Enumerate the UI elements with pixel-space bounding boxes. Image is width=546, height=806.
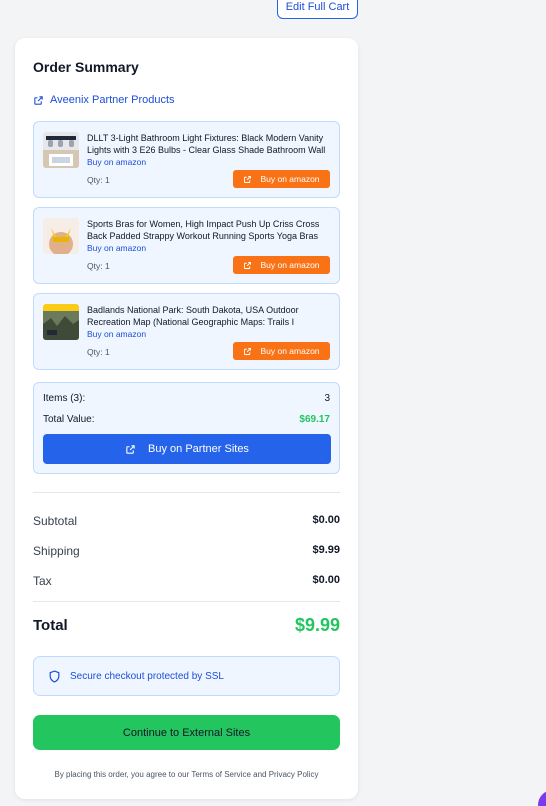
item-title: Badlands National Park: South Dakota, US… [87,305,299,327]
subtotal-label: Subtotal [33,514,78,528]
product-thumbnail [43,218,79,254]
partner-products-link[interactable]: Aveenix Partner Products [33,94,175,106]
item-source-link[interactable]: Buy on amazon [87,329,146,339]
tax-value: $0.00 [312,574,340,586]
buy-on-amazon-button[interactable]: Buy on amazon [233,256,330,274]
item-qty: Qty: 1 [87,175,110,185]
external-link-icon [244,175,252,183]
total-value-row: Total Value: $69.17 [43,414,330,425]
total-label: Total [33,617,68,634]
order-summary-title: Order Summary [33,59,139,75]
shipping-row: Shipping $9.99 [33,544,340,558]
buy-on-amazon-label: Buy on amazon [260,346,320,356]
continue-to-external-sites-button[interactable]: Continue to External Sites [33,715,340,750]
terms-text: By placing this order, you agree to our … [54,770,319,779]
product-thumbnail [43,304,79,340]
ssl-notice: Secure checkout protected by SSL [33,656,340,696]
product-thumbnail [43,132,79,168]
total-value-amount: $69.17 [299,414,330,425]
item-title: Sports Bras for Women, High Impact Push … [87,219,320,241]
items-count-row: Items (3): 3 [43,393,330,404]
total-row: Total $9.99 [33,615,340,636]
tax-row: Tax $0.00 [33,574,340,588]
items-count-value: 3 [324,393,330,404]
buy-on-amazon-label: Buy on amazon [260,174,320,184]
partner-products-label: Aveenix Partner Products [50,94,175,106]
shipping-value: $9.99 [312,544,340,556]
divider [33,492,340,493]
partner-summary-box: Items (3): 3 Total Value: $69.17 Buy on … [33,382,340,474]
divider [33,601,340,602]
total-value-label: Total Value: [43,414,95,425]
cart-item: Sports Bras for Women, High Impact Push … [33,207,340,284]
external-link-icon [244,347,252,355]
external-link-icon [244,261,252,269]
buy-on-partner-sites-label: Buy on Partner Sites [148,443,249,455]
shield-icon [49,669,60,683]
item-source-link[interactable]: Buy on amazon [87,243,146,253]
buy-on-amazon-button[interactable]: Buy on amazon [233,342,330,360]
item-source-link[interactable]: Buy on amazon [87,157,146,167]
item-title: DLLT 3-Light Bathroom Light Fixtures: Bl… [87,133,326,155]
order-summary-card: Order Summary Aveenix Partner Products D… [15,38,358,799]
external-link-icon [34,95,43,105]
subtotal-row: Subtotal $0.00 [33,514,340,528]
total-value: $9.99 [294,615,340,635]
subtotal-value: $0.00 [312,514,340,526]
ssl-text: Secure checkout protected by SSL [70,670,224,682]
buy-on-partner-sites-button[interactable]: Buy on Partner Sites [43,434,331,464]
buy-on-amazon-label: Buy on amazon [260,260,320,270]
edit-full-cart-button[interactable]: Edit Full Cart [277,0,358,19]
cart-item: DLLT 3-Light Bathroom Light Fixtures: Bl… [33,121,340,198]
shipping-label: Shipping [33,544,80,558]
external-link-icon [126,444,135,454]
item-qty: Qty: 1 [87,261,110,271]
item-qty: Qty: 1 [87,347,110,357]
chat-widget-button[interactable] [538,790,546,806]
items-count-label: Items (3): [43,393,86,404]
cart-item: Badlands National Park: South Dakota, US… [33,293,340,370]
buy-on-amazon-button[interactable]: Buy on amazon [233,170,330,188]
tax-label: Tax [33,574,52,588]
